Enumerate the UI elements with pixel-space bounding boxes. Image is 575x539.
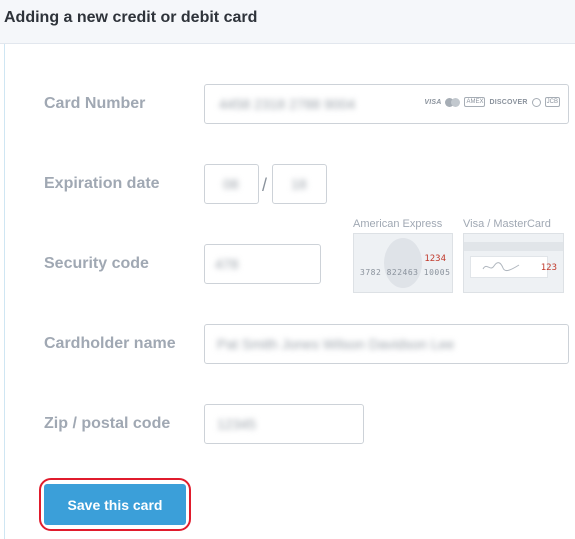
amex-card-number-example: 3782 822463 10005 xyxy=(360,268,451,277)
expiration-year-value: 18 xyxy=(291,176,307,192)
page: Adding a new credit or debit card Card N… xyxy=(0,0,575,539)
discover-logo-icon: DISCOVER xyxy=(489,98,528,106)
expiration-separator: / xyxy=(262,175,268,195)
amex-logo-icon: AMEX xyxy=(464,97,486,107)
cardholder-name-label: Cardholder name xyxy=(44,335,176,352)
accepted-cards-logos: VISA AMEX DISCOVER JCB xyxy=(424,97,560,107)
card-number-label: Card Number xyxy=(44,95,146,112)
cardholder-name-value: Pat Smith Jones Wilson Davidson Lee xyxy=(217,336,455,352)
page-header: Adding a new credit or debit card xyxy=(0,0,575,44)
visa-logo-icon: VISA xyxy=(424,98,442,106)
signature-panel xyxy=(470,256,548,278)
amex-cvv-example: 1234 xyxy=(424,254,446,264)
mastercard-logo-icon xyxy=(445,97,461,107)
jcb-logo-icon: JCB xyxy=(544,97,560,107)
amex-caption: American Express xyxy=(353,218,443,230)
visa-cvv-illustration: 123 xyxy=(463,233,564,293)
card-number-value: 4458 2318 2788 9004 xyxy=(219,96,356,112)
cardholder-name-input[interactable]: Pat Smith Jones Wilson Davidson Lee xyxy=(204,324,569,364)
signature-icon xyxy=(482,262,520,272)
amex-cvv-illustration: 1234 3782 822463 10005 xyxy=(353,233,453,293)
diners-logo-icon xyxy=(531,97,541,107)
zip-code-value: 12345 xyxy=(217,416,256,432)
security-code-label: Security code xyxy=(44,255,149,272)
save-card-button[interactable]: Save this card xyxy=(44,484,186,525)
expiration-label: Expiration date xyxy=(44,175,160,192)
card-number-input[interactable]: 4458 2318 2788 9004 VISA AMEX DISCOVER J… xyxy=(204,84,569,124)
expiration-month-value: 08 xyxy=(223,176,239,192)
security-code-input[interactable]: 478 xyxy=(204,244,321,284)
zip-code-label: Zip / postal code xyxy=(44,415,171,432)
page-title: Adding a new credit or debit card xyxy=(4,9,258,26)
zip-code-input[interactable]: 12345 xyxy=(204,404,364,444)
amex-card-graphic xyxy=(384,238,422,288)
expiration-year-input[interactable]: 18 xyxy=(272,164,327,204)
magnetic-stripe xyxy=(464,242,563,251)
expiration-month-input[interactable]: 08 xyxy=(204,164,259,204)
visa-mc-caption: Visa / MasterCard xyxy=(463,218,551,230)
visa-cvv-example: 123 xyxy=(540,263,557,273)
security-code-value: 478 xyxy=(215,256,239,272)
